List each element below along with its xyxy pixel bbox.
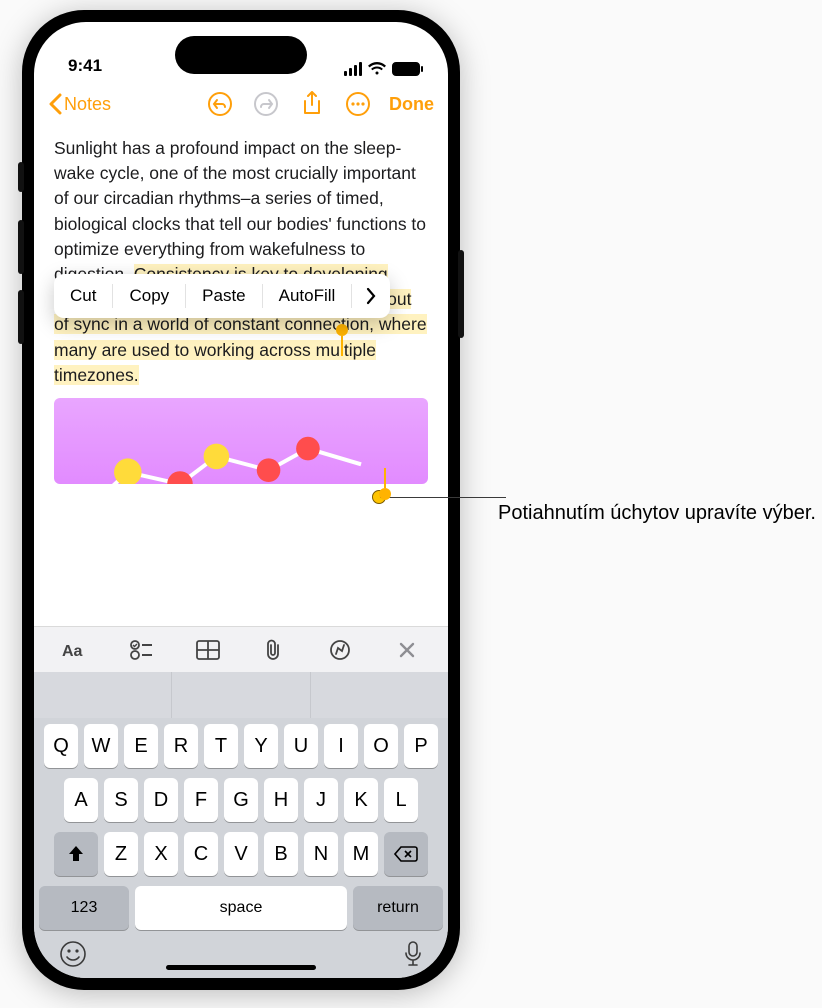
key-return[interactable]: return <box>353 886 443 930</box>
menu-item-paste[interactable]: Paste <box>186 284 262 308</box>
more-button[interactable] <box>343 89 373 119</box>
home-indicator[interactable] <box>166 965 316 970</box>
key-backspace[interactable] <box>384 832 428 876</box>
key-c[interactable]: C <box>184 832 218 876</box>
edit-menu: Cut Copy Paste AutoFill <box>54 274 390 318</box>
key-v[interactable]: V <box>224 832 258 876</box>
key-e[interactable]: E <box>124 724 158 768</box>
keyboard-row-1: Q W E R T Y U I O P <box>39 724 443 768</box>
key-q[interactable]: Q <box>44 724 78 768</box>
undo-button[interactable] <box>205 89 235 119</box>
key-g[interactable]: G <box>224 778 258 822</box>
callout-text: Potiahnutím úchytov upravíte výber. <box>498 500 816 526</box>
key-shift[interactable] <box>54 832 98 876</box>
volume-down <box>18 290 24 344</box>
dynamic-island <box>175 36 307 74</box>
cellular-signal-icon <box>344 62 362 76</box>
key-f[interactable]: F <box>184 778 218 822</box>
suggestion-slot[interactable] <box>311 672 448 718</box>
battery-icon <box>392 62 420 76</box>
note-image[interactable] <box>54 398 428 484</box>
keyboard: Q W E R T Y U I O P A S D F G H J K L <box>34 718 448 978</box>
back-label: Notes <box>64 94 111 115</box>
dictation-button[interactable] <box>403 940 423 968</box>
svg-text:Aa: Aa <box>62 643 83 660</box>
key-l[interactable]: L <box>384 778 418 822</box>
markup-icon[interactable] <box>324 634 356 666</box>
key-h[interactable]: H <box>264 778 298 822</box>
suggestion-slot[interactable] <box>172 672 310 718</box>
format-toolbar: Aa <box>34 626 448 672</box>
key-x[interactable]: X <box>144 832 178 876</box>
wifi-icon <box>368 62 386 76</box>
checklist-icon[interactable] <box>125 634 157 666</box>
key-o[interactable]: O <box>364 724 398 768</box>
attachment-icon[interactable] <box>258 634 290 666</box>
key-s[interactable]: S <box>104 778 138 822</box>
close-toolbar-icon[interactable] <box>391 634 423 666</box>
selection-handle-start[interactable] <box>336 324 348 336</box>
phone-frame: 9:41 Notes <box>22 10 460 990</box>
key-i[interactable]: I <box>324 724 358 768</box>
emoji-button[interactable] <box>59 940 87 968</box>
key-w[interactable]: W <box>84 724 118 768</box>
share-button[interactable] <box>297 89 327 119</box>
key-space[interactable]: space <box>135 886 347 930</box>
menu-item-autofill[interactable]: AutoFill <box>263 284 353 308</box>
key-n[interactable]: N <box>304 832 338 876</box>
power-button <box>458 250 464 338</box>
menu-more-button[interactable] <box>352 287 390 305</box>
menu-item-cut[interactable]: Cut <box>54 284 113 308</box>
keyboard-suggestions <box>34 672 448 718</box>
keyboard-row-2: A S D F G H J K L <box>39 778 443 822</box>
redo-button[interactable] <box>251 89 281 119</box>
key-r[interactable]: R <box>164 724 198 768</box>
key-m[interactable]: M <box>344 832 378 876</box>
key-d[interactable]: D <box>144 778 178 822</box>
table-icon[interactable] <box>192 634 224 666</box>
key-k[interactable]: K <box>344 778 378 822</box>
note-text[interactable]: Sunlight has a profound impact on the sl… <box>54 136 428 388</box>
key-b[interactable]: B <box>264 832 298 876</box>
key-y[interactable]: Y <box>244 724 278 768</box>
navbar: Notes Done <box>34 80 448 128</box>
key-z[interactable]: Z <box>104 832 138 876</box>
key-numbers[interactable]: 123 <box>39 886 129 930</box>
back-button[interactable]: Notes <box>48 93 111 115</box>
keyboard-row-bottom: 123 space return <box>39 886 443 930</box>
volume-up <box>18 220 24 274</box>
key-j[interactable]: J <box>304 778 338 822</box>
key-p[interactable]: P <box>404 724 438 768</box>
selection-handle-end[interactable] <box>379 488 391 500</box>
ringer-switch <box>18 162 24 192</box>
keyboard-row-3: Z X C V B N M <box>39 832 443 876</box>
suggestion-slot[interactable] <box>34 672 172 718</box>
key-t[interactable]: T <box>204 724 238 768</box>
note-text-before[interactable]: Sunlight has a profound impact on the sl… <box>54 138 426 284</box>
callout-leader <box>380 497 506 498</box>
note-editor[interactable]: Sunlight has a profound impact on the sl… <box>34 128 448 626</box>
text-format-icon[interactable]: Aa <box>59 634 91 666</box>
status-time: 9:41 <box>68 56 102 76</box>
screen: 9:41 Notes <box>34 22 448 978</box>
menu-item-copy[interactable]: Copy <box>113 284 186 308</box>
done-button[interactable]: Done <box>389 94 434 115</box>
key-u[interactable]: U <box>284 724 318 768</box>
key-a[interactable]: A <box>64 778 98 822</box>
